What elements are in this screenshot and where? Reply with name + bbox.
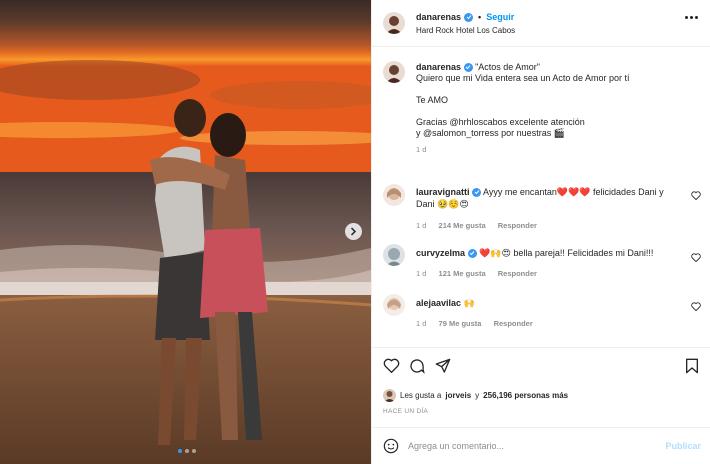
posted-ago[interactable]: HACE UN DÍA [383, 408, 428, 415]
comment-username[interactable]: alejaavilac [416, 298, 461, 308]
post-location[interactable]: Hard Rock Hotel Los Cabos [416, 26, 515, 35]
commenter-avatar[interactable] [383, 244, 405, 266]
comment-time: 1 d [416, 221, 427, 230]
caption-line-3: Te AMO [416, 95, 449, 105]
author-avatar[interactable] [383, 12, 405, 34]
caption: danarenas "Actos de Amor" Quiero que mi … [416, 62, 696, 155]
post-header: danarenas • Seguir Hard Rock Hotel Los C… [372, 0, 710, 47]
sunset-beach-image [0, 0, 371, 464]
carousel-dots [178, 449, 196, 453]
comment-username[interactable]: lauravignatti [416, 187, 470, 197]
caption-username[interactable]: danarenas [416, 62, 461, 72]
author-username[interactable]: danarenas [416, 12, 461, 22]
comment-text: curvyzelma ❤️🙌😍 bella pareja!! Felicidad… [416, 247, 678, 259]
likes-mid: y [475, 391, 480, 400]
comment-username[interactable]: curvyzelma [416, 248, 465, 258]
comment-body: 🙌 [463, 298, 475, 308]
reply-button[interactable]: Responder [494, 319, 533, 328]
likes-count[interactable]: 256,196 personas más [483, 391, 568, 400]
emoji-icon[interactable] [383, 438, 399, 454]
carousel-dot [192, 449, 196, 453]
reply-button[interactable]: Responder [498, 269, 537, 278]
comment-time: 1 d [416, 319, 427, 328]
share-icon[interactable] [435, 358, 451, 374]
post-actions: Les gusta a jorveis y 256,196 personas m… [372, 347, 710, 427]
publish-button[interactable]: Publicar [665, 441, 701, 451]
comment-body: ❤️🙌😍 bella pareja!! Felicidades mi Dani!… [479, 248, 654, 258]
verified-badge-icon [472, 187, 482, 197]
comment-meta: 1 d 79 Me gusta Responder [416, 319, 543, 328]
likes-prefix: Les gusta a [400, 391, 442, 400]
heart-icon[interactable] [691, 191, 701, 200]
caption-line-5: y @salomon_torress por nuestras 🎬 [416, 128, 565, 138]
author-line: danarenas • Seguir [416, 12, 514, 22]
likes-summary: Les gusta a jorveis y 256,196 personas m… [383, 389, 568, 402]
caption-line-4: Gracias @hrhloscabos excelente atención [416, 117, 585, 127]
heart-icon[interactable] [383, 358, 400, 373]
separator-dot: • [478, 12, 482, 22]
liker-avatar [383, 389, 396, 402]
comment-text: lauravignatti Ayyy me encantan❤️❤️❤️ fel… [416, 186, 678, 210]
next-arrow-icon[interactable] [345, 223, 362, 240]
comments-list[interactable]: danarenas "Actos de Amor" Quiero que mi … [372, 48, 710, 346]
comment-text: alejaavilac 🙌 [416, 297, 678, 309]
caption-line-1: "Actos de Amor" [475, 62, 540, 72]
comment-likes[interactable]: 214 Me gusta [439, 221, 486, 230]
more-options-icon[interactable] [685, 16, 698, 19]
follow-button[interactable]: Seguir [486, 12, 514, 22]
commenter-avatar[interactable] [383, 294, 405, 316]
comment-meta: 1 d 121 Me gusta Responder [416, 269, 547, 278]
carousel-dot [185, 449, 189, 453]
bookmark-icon[interactable] [685, 358, 699, 374]
caption-avatar[interactable] [383, 61, 405, 83]
comment-time: 1 d [416, 269, 427, 278]
heart-icon[interactable] [691, 302, 701, 311]
comment-input[interactable] [408, 437, 658, 455]
commenter-avatar[interactable] [383, 184, 405, 206]
caption-time: 1 d [416, 145, 427, 154]
likes-user[interactable]: jorveis [445, 391, 471, 400]
post-photo[interactable] [0, 0, 371, 464]
comment-icon[interactable] [409, 358, 425, 374]
verified-badge-icon [467, 248, 477, 258]
add-comment-bar: Publicar [372, 427, 710, 464]
heart-icon[interactable] [691, 253, 701, 262]
verified-badge-icon [463, 62, 473, 72]
carousel-dot-active [178, 449, 182, 453]
post-side-panel: danarenas • Seguir Hard Rock Hotel Los C… [371, 0, 710, 464]
caption-line-2: Quiero que mi Vida entera sea un Acto de… [416, 73, 630, 83]
comment-meta: 1 d 214 Me gusta Responder [416, 221, 547, 230]
comment-likes[interactable]: 121 Me gusta [439, 269, 486, 278]
comment-likes[interactable]: 79 Me gusta [439, 319, 482, 328]
reply-button[interactable]: Responder [498, 221, 537, 230]
verified-badge-icon [464, 12, 474, 22]
